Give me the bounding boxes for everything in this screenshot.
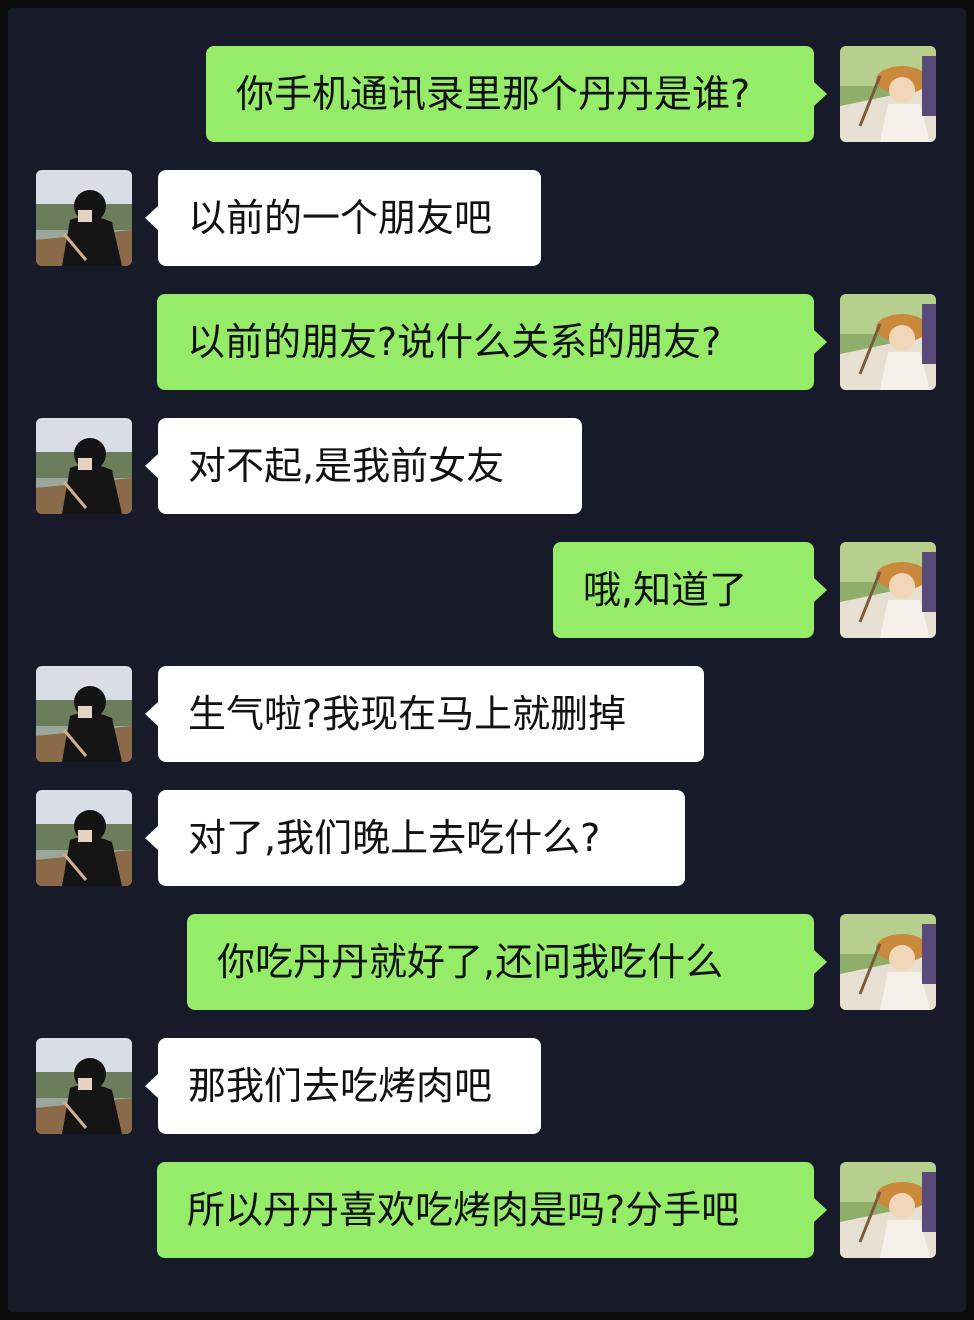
bubble-tail xyxy=(814,330,827,354)
bubble-tail xyxy=(145,206,158,230)
bubble-tail xyxy=(814,950,827,974)
bubble-tail xyxy=(145,826,158,850)
my-avatar-icon[interactable] xyxy=(840,542,936,638)
bubble-tail xyxy=(145,454,158,478)
bubble-tail xyxy=(145,702,158,726)
message-row-received: 以前的一个朋友吧 xyxy=(8,170,966,266)
received-message-bubble[interactable]: 那我们去吃烤肉吧 xyxy=(158,1038,541,1134)
contact-avatar-icon[interactable] xyxy=(36,1038,132,1134)
message-row-received: 那我们去吃烤肉吧 xyxy=(8,1038,966,1134)
message-row-sent: 哦,知道了 xyxy=(8,542,966,638)
message-row-received: 对不起,是我前女友 xyxy=(8,418,966,514)
contact-avatar-icon[interactable] xyxy=(36,170,132,266)
received-message-bubble[interactable]: 以前的一个朋友吧 xyxy=(158,170,541,266)
my-avatar-icon[interactable] xyxy=(840,1162,936,1258)
message-row-sent: 所以丹丹喜欢吃烤肉是吗?分手吧 xyxy=(8,1162,966,1258)
received-message-bubble[interactable]: 对了,我们晚上去吃什么? xyxy=(158,790,685,886)
message-row-received: 生气啦?我现在马上就删掉 xyxy=(8,666,966,762)
contact-avatar-icon[interactable] xyxy=(36,790,132,886)
message-row-received: 对了,我们晚上去吃什么? xyxy=(8,790,966,886)
sent-message-bubble[interactable]: 以前的朋友?说什么关系的朋友? xyxy=(157,294,814,390)
bubble-tail xyxy=(814,578,827,602)
message-row-sent: 你手机通讯录里那个丹丹是谁? xyxy=(8,46,966,142)
contact-avatar-icon[interactable] xyxy=(36,666,132,762)
my-avatar-icon[interactable] xyxy=(840,46,936,142)
bubble-tail xyxy=(814,82,827,106)
sent-message-bubble[interactable]: 所以丹丹喜欢吃烤肉是吗?分手吧 xyxy=(157,1162,814,1258)
bubble-tail xyxy=(145,1074,158,1098)
contact-avatar-icon[interactable] xyxy=(36,418,132,514)
my-avatar-icon[interactable] xyxy=(840,914,936,1010)
message-row-sent: 你吃丹丹就好了,还问我吃什么 xyxy=(8,914,966,1010)
sent-message-bubble[interactable]: 你手机通讯录里那个丹丹是谁? xyxy=(206,46,814,142)
sent-message-bubble[interactable]: 哦,知道了 xyxy=(553,542,814,638)
message-row-sent: 以前的朋友?说什么关系的朋友? xyxy=(8,294,966,390)
received-message-bubble[interactable]: 对不起,是我前女友 xyxy=(158,418,582,514)
my-avatar-icon[interactable] xyxy=(840,294,936,390)
chat-view: 你手机通讯录里那个丹丹是谁? 以前的一个朋友吧 以前的朋友?说什么关系的朋友? … xyxy=(8,8,966,1312)
received-message-bubble[interactable]: 生气啦?我现在马上就删掉 xyxy=(158,666,704,762)
bubble-tail xyxy=(814,1198,827,1222)
sent-message-bubble[interactable]: 你吃丹丹就好了,还问我吃什么 xyxy=(187,914,814,1010)
